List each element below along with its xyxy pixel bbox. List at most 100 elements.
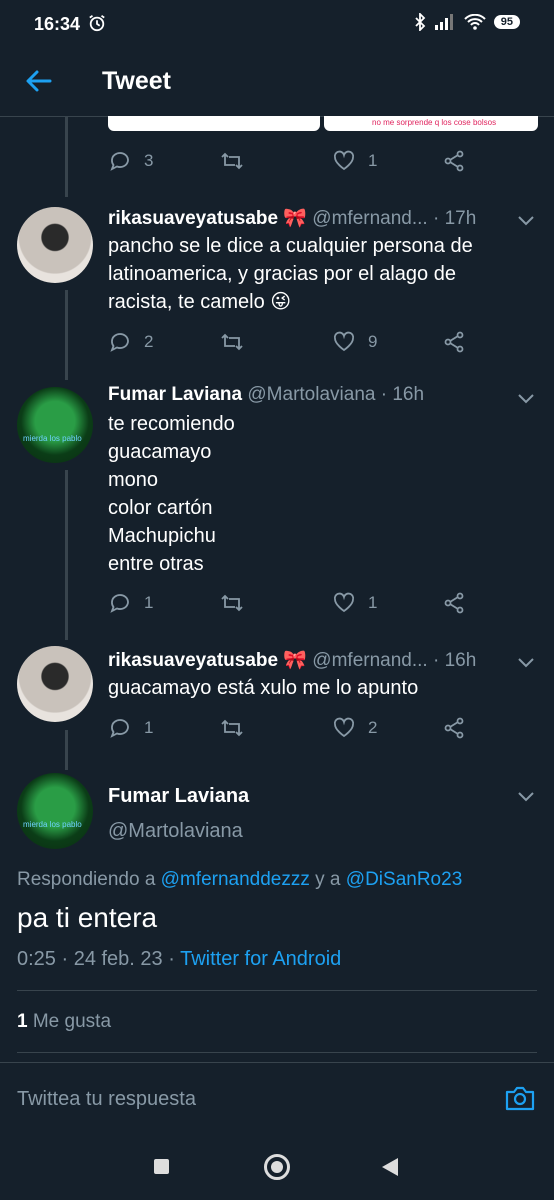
main-tweet-text: pa ti entera — [17, 902, 158, 933]
like-button[interactable]: 1 — [332, 149, 377, 173]
retweet-button[interactable] — [220, 716, 244, 740]
reply-bar: Twittea tu respuesta — [0, 1062, 554, 1133]
chevron-down-icon[interactable] — [516, 388, 536, 408]
text-line: guacamayo — [108, 441, 212, 463]
text-line: mono — [108, 469, 159, 491]
thread-line — [65, 117, 68, 197]
back-icon[interactable] — [382, 1158, 398, 1176]
share-button[interactable] — [442, 591, 466, 615]
replying-to: Respondiendo a @mfernanddezzz y a @DiSan… — [17, 869, 462, 891]
text-line: pancho se le dice a cualquier persona de — [108, 235, 473, 257]
tweet-client-link[interactable]: Twitter for Android — [180, 948, 341, 970]
share-button[interactable] — [442, 149, 466, 173]
avatar[interactable]: mierda los pablo — [17, 387, 93, 463]
media-card-left[interactable] — [108, 116, 320, 131]
tweet-meta: 0:25 · 24 feb. 23 · Twitter for Android — [17, 948, 341, 971]
camera-icon[interactable] — [504, 1082, 536, 1114]
retweet-icon — [221, 594, 243, 612]
avatar[interactable] — [17, 207, 93, 283]
replying-and: y a — [315, 869, 341, 890]
top-bar: Tweet — [0, 50, 554, 117]
mention-link[interactable]: @mfernanddezzz — [161, 869, 310, 890]
divider — [17, 1052, 537, 1053]
share-icon — [444, 331, 464, 353]
tweet-time: · 16h — [380, 384, 425, 405]
tweet-text: guacamayo está xulo me lo apunto — [108, 674, 528, 702]
tweet-header: Fumar Laviana @Martolaviana · 16h — [108, 384, 424, 406]
like-button[interactable]: 2 — [332, 716, 377, 740]
likes-label: Me gusta — [32, 1011, 112, 1032]
author-handle[interactable]: @Martolaviana — [247, 384, 375, 405]
heart-icon — [333, 592, 355, 613]
tweet-time: · 16h — [432, 650, 477, 671]
reply-count: 2 — [144, 332, 154, 351]
system-nav-bar — [0, 1132, 554, 1200]
author-name[interactable]: Fumar Laviana — [108, 785, 249, 808]
author-name[interactable]: rikasuaveyatusabe — [108, 650, 278, 671]
reply-button[interactable]: 2 — [108, 330, 153, 354]
avatar-caption: mierda los pablo — [23, 434, 82, 443]
reply-button[interactable]: 1 — [108, 716, 153, 740]
share-button[interactable] — [442, 330, 466, 354]
retweet-button[interactable] — [220, 149, 244, 173]
text-line: latinoamerica, y gracias por el alago de — [108, 263, 456, 285]
retweet-icon — [221, 152, 243, 170]
tweet-actions: 3 1 — [108, 149, 468, 173]
bluetooth-icon — [415, 13, 426, 31]
reply-icon — [110, 719, 129, 738]
reply-count: 3 — [144, 151, 154, 170]
share-icon — [444, 592, 464, 614]
thread-line — [65, 290, 68, 380]
back-arrow-icon[interactable] — [24, 66, 54, 96]
share-icon — [444, 150, 464, 172]
tweet-actions: 1 1 — [108, 591, 468, 615]
home-icon[interactable] — [264, 1154, 290, 1180]
retweet-icon — [221, 719, 243, 737]
likes-summary[interactable]: 1 Me gusta — [17, 1011, 111, 1033]
chevron-down-icon[interactable] — [516, 652, 536, 672]
media-caption: no me sorprende q los cose bolsos — [372, 118, 497, 127]
share-icon — [444, 717, 464, 739]
like-button[interactable]: 1 — [332, 591, 377, 615]
heart-icon — [333, 717, 355, 738]
chevron-down-icon[interactable] — [516, 210, 536, 230]
reply-button[interactable]: 3 — [108, 149, 153, 173]
reply-button[interactable]: 1 — [108, 591, 153, 615]
like-count: 9 — [368, 332, 378, 351]
heart-icon — [333, 150, 355, 171]
tweet-time: · 17h — [432, 208, 477, 229]
retweet-button[interactable] — [220, 591, 244, 615]
author-name[interactable]: Fumar Laviana — [108, 384, 242, 405]
mention-link[interactable]: @DiSanRo23 — [346, 869, 462, 890]
avatar[interactable]: mierda los pablo — [17, 773, 93, 849]
like-count: 1 — [368, 151, 378, 170]
recents-icon[interactable] — [154, 1159, 169, 1174]
replying-prefix: Respondiendo a — [17, 869, 156, 890]
tweet-text: pancho se le dice a cualquier persona de… — [108, 232, 528, 316]
status-bar: 16:34 95 — [0, 0, 554, 50]
text-line: guacamayo está xulo me lo apunto — [108, 677, 419, 699]
page-title: Tweet — [102, 67, 171, 95]
author-handle[interactable]: @Martolaviana — [108, 820, 243, 843]
retweet-icon — [221, 333, 243, 351]
reply-icon — [110, 333, 129, 352]
share-button[interactable] — [442, 716, 466, 740]
author-name[interactable]: rikasuaveyatusabe — [108, 208, 278, 229]
like-count: 1 — [368, 593, 378, 612]
alarm-icon — [89, 15, 105, 32]
reply-count: 1 — [144, 718, 154, 737]
like-button[interactable]: 9 — [332, 330, 377, 354]
chevron-down-icon[interactable] — [516, 786, 536, 806]
author-handle[interactable]: @mfernand... — [312, 650, 427, 671]
media-card-right[interactable]: no me sorprende q los cose bolsos — [324, 116, 538, 131]
retweet-button[interactable] — [220, 330, 244, 354]
reply-input[interactable]: Twittea tu respuesta — [17, 1088, 196, 1111]
tweet-datetime: 0:25 · 24 feb. 23 · — [17, 948, 175, 970]
text-line: te recomiendo — [108, 413, 235, 435]
heart-icon — [333, 331, 355, 352]
avatar[interactable] — [17, 646, 93, 722]
author-handle[interactable]: @mfernand... — [312, 208, 427, 229]
battery-indicator: 95 — [493, 15, 520, 29]
reply-icon — [110, 594, 129, 613]
thread-line — [65, 470, 68, 640]
